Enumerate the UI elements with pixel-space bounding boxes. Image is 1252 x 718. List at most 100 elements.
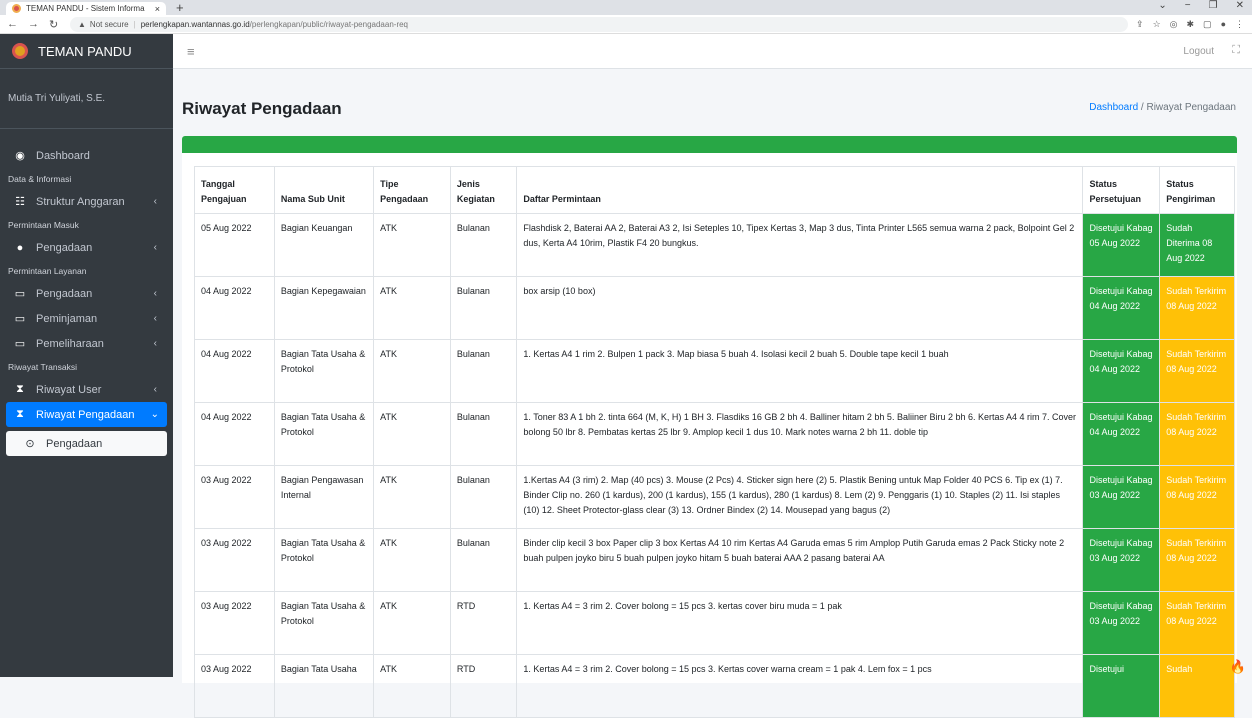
status-delivery-badge: Sudah Terkirim 08 Aug 2022 [1159,591,1235,655]
sidebar-item-riwayat-pengadaan[interactable]: ⧗ Riwayat Pengadaan ⌄ [6,402,167,427]
sidebar-item-label: Peminjaman [36,312,98,325]
status-approval-badge: Disetujui Kabag 03 Aug 2022 [1082,465,1161,529]
bookmark-star-icon[interactable]: ☆ [1153,19,1161,30]
sidepanel-icon[interactable]: ▢ [1203,19,1212,30]
table-row: 03 Aug 2022 Bagian Tata Usaha ATK RTD 1.… [194,654,1235,718]
status-approval-badge: Disetujui Kabag 03 Aug 2022 [1082,591,1161,655]
sidebar-item-label: Dashboard [36,149,90,162]
sidebar-item-riwayat-user[interactable]: ⧗ Riwayat User ‹ [0,377,173,402]
sidebar-item-pengadaan-masuk[interactable]: ● Pengadaan ‹ [0,235,173,260]
table-row: 04 Aug 2022 Bagian Tata Usaha & Protokol… [194,339,1235,403]
dashboard-icon: ◉ [15,150,25,162]
fire-icon[interactable]: 🔥 [1230,659,1246,675]
back-icon[interactable]: ← [7,18,18,31]
sidebar-header: Data & Informasi [8,173,72,184]
column-header-tipe[interactable]: Tipe Pengadaan [373,166,451,214]
menu-dots-icon[interactable]: ⋮ [1235,19,1244,30]
status-delivery-badge: Sudah Terkirim 08 Aug 2022 [1159,402,1235,466]
fullscreen-icon[interactable]: ⛶ [1232,44,1240,57]
sidebar-item-dashboard[interactable]: ◉ Dashboard [0,143,173,168]
table-row: 03 Aug 2022 Bagian Pengawasan Internal A… [194,465,1235,529]
sidebar-item-struktur-anggaran[interactable]: ☷ Struktur Anggaran ‹ [0,189,173,214]
cell-jenis: Bulanan [449,465,518,529]
cell-daftar: 1. Kertas A4 = 3 rim 2. Cover bolong = 1… [516,654,1084,718]
browser-tab[interactable]: TEMAN PANDU - Sistem Informa × [6,2,166,15]
share-icon[interactable]: ⇪ [1136,19,1144,30]
cell-tanggal: 03 Aug 2022 [194,528,275,592]
cell-nama: Bagian Pengawasan Internal [273,465,375,529]
cell-jenis: Bulanan [449,213,518,277]
column-header-tanggal[interactable]: Tanggal Pengajuan [194,166,275,214]
sidebar-item-label: Pemeliharaan [36,337,104,350]
chevron-left-icon: ‹ [153,338,157,349]
cell-tipe: ATK [373,339,451,403]
cell-tipe: ATK [373,465,451,529]
hamburger-menu-icon[interactable]: ≡ [187,44,195,59]
column-header-pengiriman[interactable]: Status Pengiriman [1159,166,1235,214]
new-tab-button[interactable]: + [176,0,184,15]
chevron-left-icon: ‹ [153,313,157,324]
status-delivery-badge: Sudah Terkirim 08 Aug 2022 [1159,528,1235,592]
comment-icon: ● [16,241,24,254]
favicon-icon [12,4,21,13]
breadcrumb: Dashboard / Riwayat Pengadaan [1089,102,1236,113]
cell-tanggal: 03 Aug 2022 [194,591,275,655]
column-header-jenis[interactable]: Jenis Kegiatan [449,166,518,214]
url-field[interactable]: ▲ Not secure | perlengkapan.wantannas.go… [70,16,1129,32]
status-delivery-badge: Sudah Terkirim 08 Aug 2022 [1159,276,1235,340]
reload-icon[interactable]: ↻ [49,18,58,31]
cell-jenis: Bulanan [449,402,518,466]
sidebar-item-label: Struktur Anggaran [36,195,125,208]
logo-icon [12,43,28,59]
sidebar-item-label: Pengadaan [36,241,93,254]
cell-jenis: Bulanan [449,528,518,592]
cell-jenis: Bulanan [449,276,518,340]
cell-jenis: RTD [449,591,518,655]
minimize-icon[interactable]: − [1185,0,1191,11]
window-close-icon[interactable]: ✕ [1236,0,1244,11]
sidebar-item-pengadaan-layanan[interactable]: ▭ Pengadaan ‹ [0,281,173,306]
status-approval-badge: Disetujui Kabag 03 Aug 2022 [1082,528,1161,592]
tab-search-icon[interactable]: ⌄ [1158,0,1166,11]
url-path: /perlengkapan/public/riwayat-pengadaan-r… [249,19,408,29]
sidebar-subitem-pengadaan[interactable]: ⊙ Pengadaan [6,431,167,456]
history-table: Tanggal Pengajuan Nama Sub Unit Tipe Pen… [194,166,1235,718]
status-delivery-badge: Sudah [1159,654,1235,718]
maximize-icon[interactable]: ❐ [1209,0,1218,11]
extensions-icon[interactable]: ✱ [1187,19,1195,30]
cell-daftar: 1.Kertas A4 (3 rim) 2. Map (40 pcs) 3. M… [516,465,1084,529]
warning-icon: ▲ [78,19,86,29]
forward-icon[interactable]: → [28,18,39,31]
camera-icon[interactable]: ◎ [1170,19,1178,30]
chevron-left-icon: ‹ [153,242,157,253]
tab-close-icon[interactable]: × [155,4,160,14]
cell-tanggal: 05 Aug 2022 [194,213,275,277]
hourglass-icon: ⧗ [16,408,24,420]
column-header-daftar[interactable]: Daftar Permintaan [516,166,1084,214]
table-header-row: Tanggal Pengajuan Nama Sub Unit Tipe Pen… [194,166,1235,214]
sidebar-item-label: Pengadaan [36,287,93,300]
laptop-icon: ▭ [14,288,26,300]
cell-nama: Bagian Tata Usaha & Protokol [273,591,375,655]
table-row: 05 Aug 2022 Bagian Keuangan ATK Bulanan … [194,213,1235,277]
cell-daftar: 1. Toner 83 A 1 bh 2. tinta 664 (M, K, H… [516,402,1084,466]
column-header-persetujuan[interactable]: Status Persetujuan [1082,166,1161,214]
cell-tanggal: 04 Aug 2022 [194,402,275,466]
cell-nama: Bagian Keuangan [273,213,375,277]
column-header-nama[interactable]: Nama Sub Unit [273,166,375,214]
brand-link[interactable]: TEMAN PANDU [0,34,173,69]
sidebar-item-pemeliharaan[interactable]: ▭ Pemeliharaan ‹ [0,331,173,356]
sidebar-item-peminjaman[interactable]: ▭ Peminjaman ‹ [0,306,173,331]
logout-link[interactable]: Logout [1183,46,1214,57]
window-controls: ⌄ − ❐ ✕ [1158,0,1244,11]
user-panel[interactable]: Mutia Tri Yuliyati, S.E. [0,69,173,129]
sidebar-item-label: Riwayat User [36,383,102,396]
sidebar-item-label: Pengadaan [46,437,103,450]
breadcrumb-dashboard-link[interactable]: Dashboard [1089,102,1138,113]
table-row: 04 Aug 2022 Bagian Kepegawaian ATK Bulan… [194,276,1235,340]
cell-daftar: box arsip (10 box) [516,276,1084,340]
cell-jenis: Bulanan [449,339,518,403]
sidebar-menu: ◉ Dashboard Data & Informasi ☷ Struktur An… [0,129,173,456]
profile-icon[interactable]: ● [1221,19,1226,30]
cell-nama: Bagian Tata Usaha & Protokol [273,402,375,466]
